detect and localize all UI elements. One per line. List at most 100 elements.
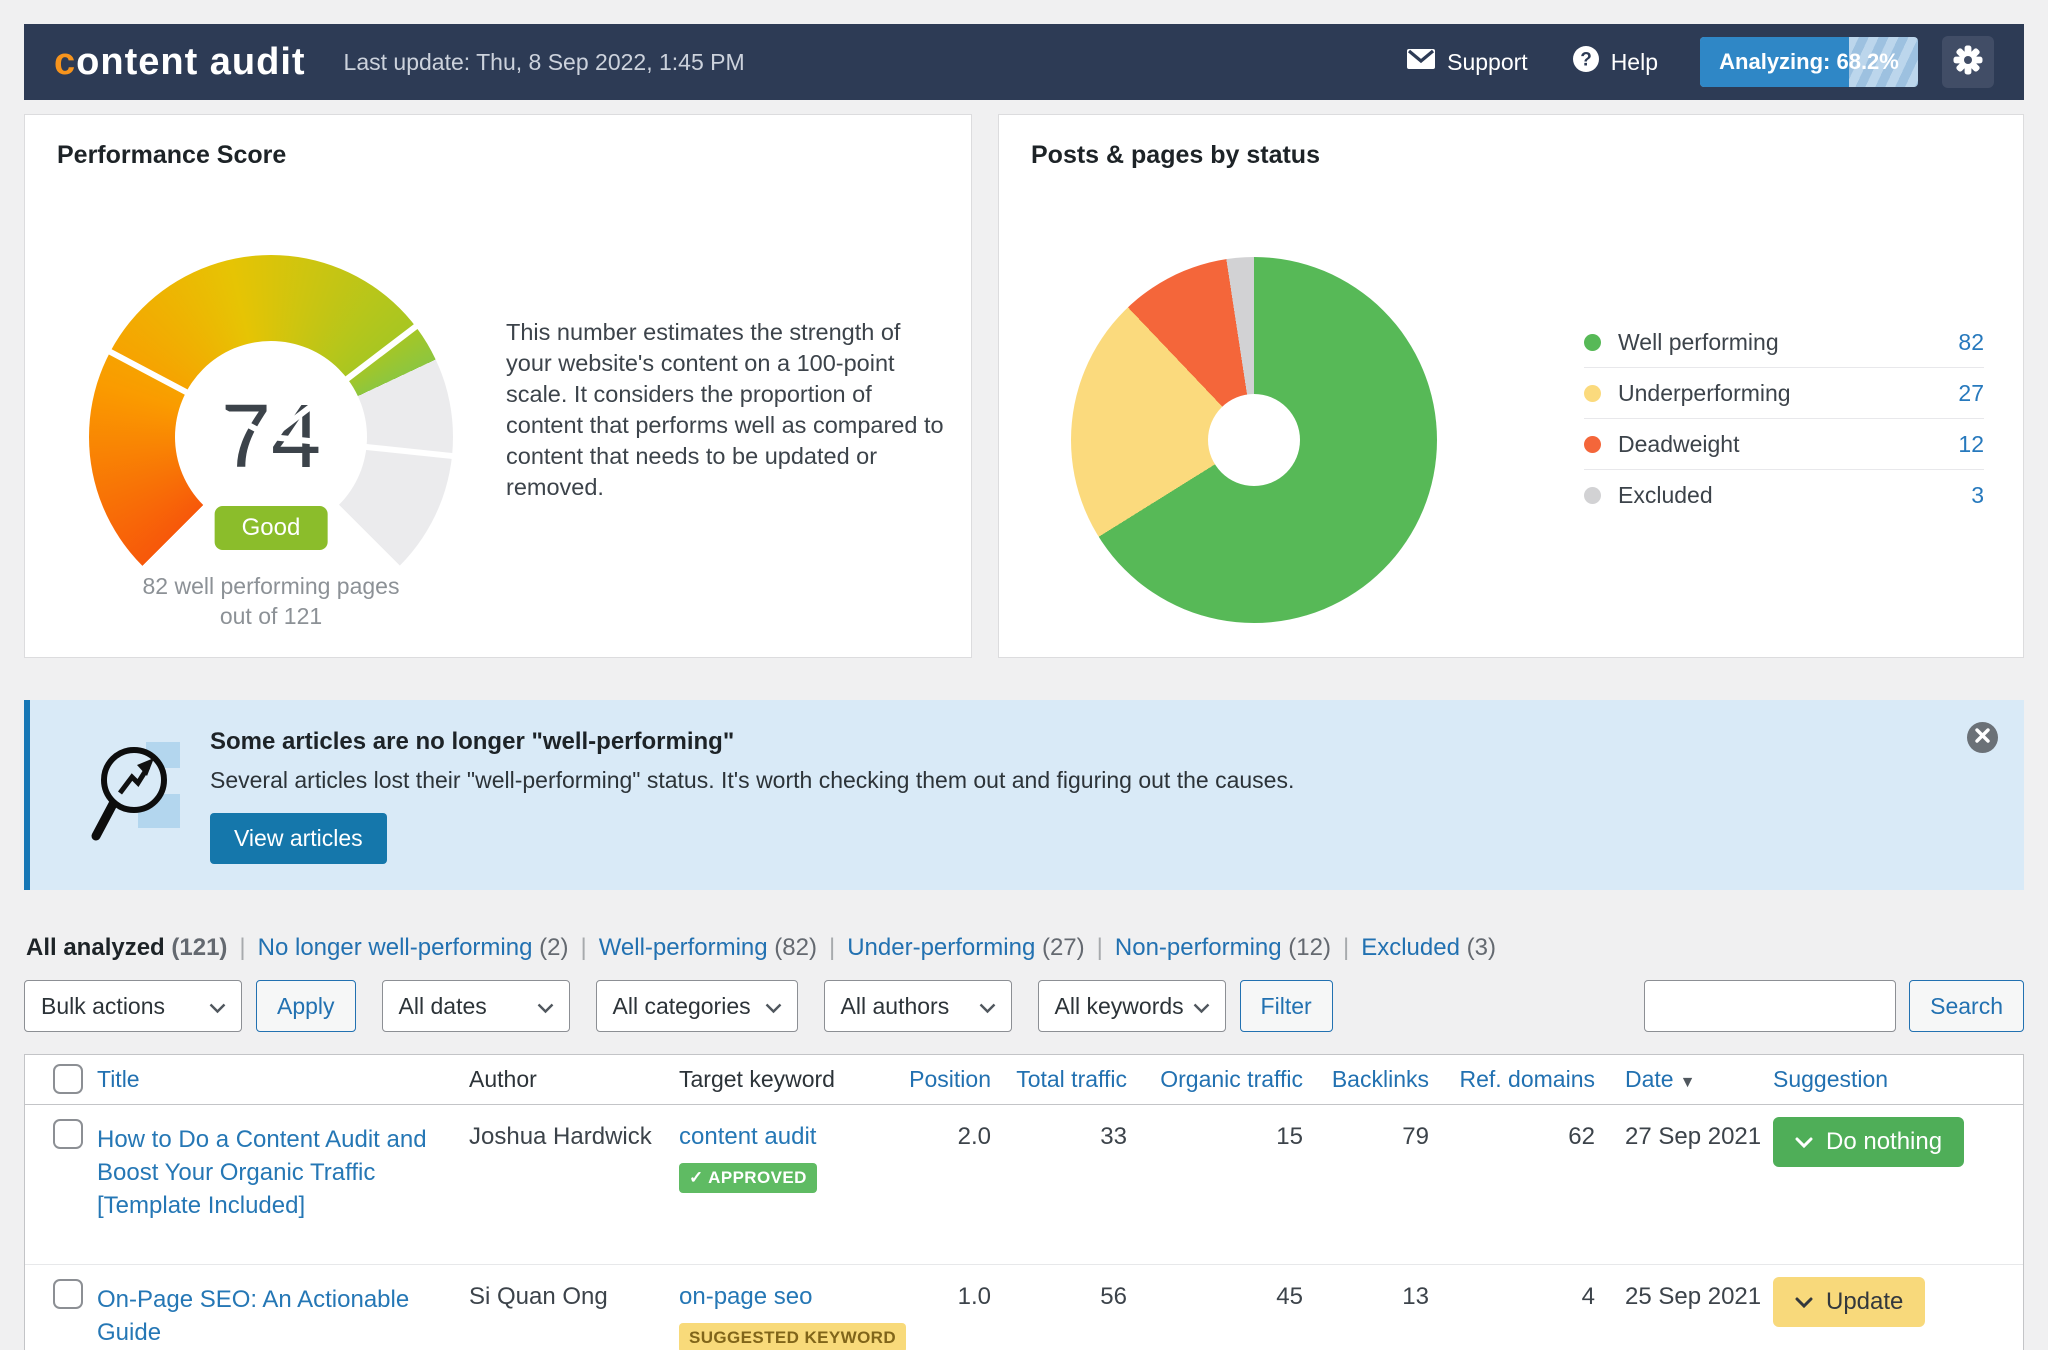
header-title[interactable]: Title (89, 1055, 461, 1103)
filter-count: (27) (1041, 934, 1085, 961)
table-row: How to Do a Content Audit and Boost Your… (25, 1105, 2023, 1265)
legend-value-link[interactable]: 3 (1971, 482, 1984, 509)
header-total-traffic[interactable]: Total traffic (1013, 1055, 1149, 1103)
legend-row: Deadweight 12 (1584, 419, 1984, 470)
authors-select[interactable]: All authors (823, 980, 1012, 1032)
filter-non-performing[interactable]: Non-performing (12) (1115, 934, 1331, 961)
content-table: Title Author Target keyword Position Tot… (24, 1054, 2024, 1350)
support-label: Support (1447, 48, 1528, 75)
position-cell: 1.0 (957, 1283, 991, 1310)
article-title-link[interactable]: How to Do a Content Audit and Boost Your… (97, 1123, 437, 1222)
ref-domains-cell: 62 (1568, 1123, 1595, 1150)
status-card-title: Posts & pages by status (1031, 141, 1320, 169)
header-position[interactable]: Position (909, 1055, 1013, 1103)
filter-count: (121) (171, 934, 228, 961)
filter-label: All analyzed (26, 934, 165, 961)
analyzing-label: Analyzing: 68.2% (1719, 49, 1899, 74)
view-articles-button[interactable]: View articles (210, 813, 387, 864)
header-target-keyword: Target keyword (679, 1066, 835, 1092)
dates-select[interactable]: All dates (381, 980, 570, 1032)
categories-value: All categories (612, 992, 751, 1019)
legend-value-link[interactable]: 27 (1958, 380, 1984, 407)
backlinks-cell: 13 (1402, 1283, 1429, 1310)
legend-value-link[interactable]: 12 (1958, 431, 1984, 458)
approved-badge: ✓ APPROVED (679, 1163, 817, 1193)
analyzing-progress-button[interactable]: Analyzing: 68.2% (1700, 37, 1918, 87)
filter-excluded[interactable]: Excluded (3) (1361, 934, 1496, 961)
settings-button[interactable] (1942, 36, 1994, 88)
support-link[interactable]: Support (1406, 47, 1528, 77)
gear-icon (1952, 44, 1984, 81)
select-all-checkbox[interactable] (53, 1064, 83, 1094)
header-suggestion[interactable]: Suggestion (1773, 1055, 2023, 1103)
chevron-down-icon (1193, 993, 1210, 1020)
row-checkbox[interactable] (53, 1279, 83, 1309)
date-cell: 25 Sep 2021 (1625, 1283, 1762, 1310)
suggested-keyword-badge: SUGGESTED KEYWORD (679, 1323, 907, 1350)
legend-label: Deadweight (1618, 430, 1740, 457)
bulk-actions-select[interactable]: Bulk actions (24, 980, 242, 1032)
filter-well-performing[interactable]: Well-performing (82) (599, 934, 817, 961)
header-backlinks[interactable]: Backlinks (1325, 1055, 1451, 1103)
chevron-down-icon (209, 993, 226, 1020)
target-keyword-link[interactable]: on-page seo (679, 1283, 812, 1310)
top-navbar: content audit Last update: Thu, 8 Sep 20… (24, 24, 2024, 100)
title-cell: How to Do a Content Audit and Boost Your… (89, 1105, 461, 1222)
suggestion-dropdown-button[interactable]: Update (1773, 1277, 1926, 1327)
keywords-value: All keywords (1054, 992, 1184, 1019)
legend-value-link[interactable]: 82 (1958, 329, 1984, 356)
total-traffic-cell: 56 (1100, 1283, 1127, 1310)
app-logo: content audit (54, 41, 306, 84)
header-date-label: Date (1625, 1066, 1674, 1092)
status-legend: Well performing 82 Underperforming 27 De… (1584, 317, 1984, 521)
magnifier-trend-icon (86, 732, 198, 859)
deadweight-dot-icon (1584, 435, 1601, 453)
score-caption-line2: out of 121 (219, 603, 323, 629)
organic-traffic-cell: 15 (1276, 1123, 1303, 1150)
banner-close-button[interactable] (1967, 722, 1998, 753)
performance-score-card: Performance Score 74 Good 82 well perfor… (24, 114, 972, 658)
chevron-down-icon (1795, 1128, 1813, 1156)
target-keyword-link[interactable]: content audit (679, 1123, 816, 1150)
header-date[interactable]: Date ▼ (1617, 1055, 1773, 1103)
chevron-down-icon (979, 993, 996, 1020)
categories-select[interactable]: All categories (595, 980, 798, 1032)
chevron-down-icon (765, 993, 782, 1020)
keywords-select[interactable]: All keywords (1037, 980, 1226, 1032)
logo-accent: c (54, 40, 77, 83)
legend-row: Underperforming 27 (1584, 368, 1984, 419)
bulk-actions-value: Bulk actions (41, 992, 166, 1019)
filter-label: Under-performing (847, 934, 1036, 961)
suggestion-cell: Do nothing (1773, 1105, 2023, 1167)
filter-no-longer-well-performing[interactable]: No longer well-performing (2) (258, 934, 569, 961)
legend-label: Excluded (1618, 482, 1713, 508)
filter-button[interactable]: Filter (1239, 980, 1333, 1032)
dates-value: All dates (398, 992, 487, 1019)
status-donut (1071, 257, 1437, 623)
filter-count: (2) (539, 934, 569, 961)
title-cell: On-Page SEO: An Actionable Guide (89, 1265, 461, 1349)
help-link[interactable]: ? Help (1572, 45, 1658, 79)
total-traffic-cell: 33 (1100, 1123, 1127, 1150)
suggestion-dropdown-button[interactable]: Do nothing (1773, 1117, 1965, 1167)
score-status-badge: Good (214, 506, 328, 550)
header-author: Author (469, 1066, 537, 1092)
author-cell: Joshua Hardwick (461, 1105, 669, 1151)
row-select-cell (25, 1265, 89, 1309)
score-description: This number estimates the strength of yo… (506, 319, 944, 500)
score-caption: 82 well performing pages out of 121 (91, 571, 451, 631)
performance-gauge: 74 (89, 255, 455, 619)
apply-button[interactable]: Apply (256, 980, 356, 1032)
row-checkbox[interactable] (53, 1119, 83, 1149)
search-input[interactable] (1644, 980, 1897, 1032)
header-ref-domains[interactable]: Ref. domains (1451, 1055, 1617, 1103)
article-title-link[interactable]: On-Page SEO: An Actionable Guide (97, 1283, 437, 1349)
header-organic-traffic[interactable]: Organic traffic (1149, 1055, 1325, 1103)
status-card: Posts & pages by status Well performing … (998, 114, 2024, 658)
last-update-text: Last update: Thu, 8 Sep 2022, 1:45 PM (343, 48, 745, 75)
search-button[interactable]: Search (1909, 980, 2024, 1032)
score-caption-line1: 82 well performing pages (142, 573, 400, 599)
status-filter-bar: All analyzed (121) | No longer well-perfor… (26, 934, 1496, 961)
filter-all-analyzed[interactable]: All analyzed (121) (26, 934, 227, 961)
filter-under-performing[interactable]: Under-performing (27) (847, 934, 1084, 961)
